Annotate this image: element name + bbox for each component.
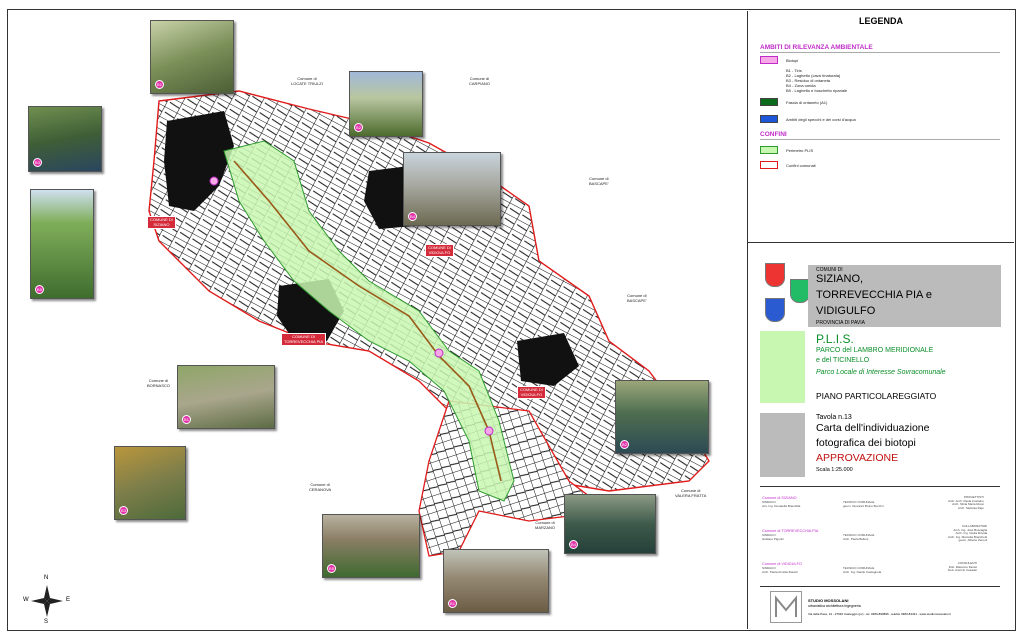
photo-marker-icon: B2 <box>354 123 363 132</box>
muni-label-bascape-2: Comune di BASCAPE' <box>627 293 647 303</box>
photo-marker-icon: B1 <box>448 599 457 608</box>
legend-section-confini: CONFINI <box>760 131 787 138</box>
biotope-photo[interactable]: B4 <box>564 494 656 554</box>
compass-s: S <box>44 619 49 625</box>
callout-vidigulfo: COMUNE DI VIDIGULFO <box>425 244 454 257</box>
confini-swatch <box>760 161 778 169</box>
plis-green-box <box>760 331 805 403</box>
divider <box>760 52 1000 53</box>
photo-marker-icon: B4 <box>408 212 417 221</box>
crest-torrevecchia-icon <box>790 279 810 303</box>
tavola-grey-box <box>760 413 805 477</box>
photo-marker-icon: B1 <box>155 80 164 89</box>
acqua-label: Ambiti degli specchi e dei corsi d'acqua <box>786 117 856 122</box>
photo-marker-icon: B1 <box>182 415 191 424</box>
divider <box>760 139 1000 140</box>
credit-tecnico-3: TECNICO COMUNALE Arch. Ing. Danilo Casta… <box>843 566 882 574</box>
biotope-photo[interactable]: B5 <box>30 189 94 299</box>
compass-e: E <box>66 597 71 603</box>
biotope-marker <box>209 176 219 186</box>
compass-rose <box>31 585 63 617</box>
legend-title: LEGENDA <box>858 16 903 26</box>
fascia-label: Fascia di ontaneto (A1) <box>786 100 828 105</box>
comuni-line2: TORREVECCHIA PIA e <box>816 289 932 301</box>
biotope-photo[interactable]: B4 <box>403 152 501 226</box>
biotope-photo[interactable]: B3 <box>28 106 102 172</box>
comuni-line3: VIDIGULFO <box>816 305 876 317</box>
credit-sindaco-3: SINDACO Arch. Paola Armida Ziaretti <box>762 566 798 574</box>
crest-siziano-icon <box>765 263 785 287</box>
parco-line2: e del TICINELLO <box>816 357 870 364</box>
compass-w: W <box>23 597 29 603</box>
callout-torrevecchia: COMUNE DI TORREVECCHIA PIA <box>281 333 327 346</box>
confini-label: Confini comunali <box>786 163 816 168</box>
photo-marker-icon: B5 <box>35 285 44 294</box>
credit-sindaco-1: SINDACO Avv. Ing. Donatella Brambilla <box>762 500 801 508</box>
credit-collaboratori: COLLABORATORI Arch. Ing. Josè Buscaglia … <box>948 524 988 543</box>
parco-line1: PARCO del LAMBRO MERIDIONALE <box>816 347 934 354</box>
divider <box>748 242 1014 243</box>
credit-tecnico-1: TECNICO COMUNALE geom. Giovanni Bruno Bo… <box>843 500 884 508</box>
studio-name: STUDIO MOSSOLANI <box>808 598 849 603</box>
plis-swatch <box>760 146 778 154</box>
biotope-marker <box>484 426 494 436</box>
biotopi-swatch <box>760 56 778 64</box>
credit-sindaco-2: SINDACO Giuliano Pigorini <box>762 533 784 541</box>
photo-marker-icon: B3 <box>119 506 128 515</box>
piano-title: PIANO PARTICOLAREGGIATO <box>816 391 937 401</box>
divider <box>760 486 1000 487</box>
biotope-photo[interactable]: B3 <box>114 446 186 520</box>
biotope-photo[interactable]: B5 <box>322 514 420 578</box>
studio-address: Via della Pace, 31 - 27040 Casteggio (pv… <box>808 612 951 616</box>
muni-label-valera: Comune di VALERA FRATTA <box>675 488 707 498</box>
credit-tecnico-2: TECNICO COMUNALE Arch. Paola Belloni <box>843 533 875 541</box>
approvazione: APPROVAZIONE <box>816 452 899 464</box>
comuni-line1: SIZIANO, <box>816 273 864 285</box>
plis-title: P.L.I.S. <box>816 332 854 346</box>
acqua-swatch <box>760 115 778 123</box>
muni-label-bornasco: Comune di BORNASCO <box>147 378 170 388</box>
photo-marker-icon: B5 <box>327 564 336 573</box>
muni-label-bascape: Comune di BASCAPE' <box>589 176 609 186</box>
fascia-swatch <box>760 98 778 106</box>
carta-line2: fotografica dei biotopi <box>816 437 916 449</box>
provincia: PROVINCIA DI PAVIA <box>816 320 865 326</box>
studio-sub: urbanistica architettura ingegneria <box>808 604 861 608</box>
photo-marker-icon: B3 <box>33 158 42 167</box>
biotopi-label: Biotopi <box>786 58 799 63</box>
biotope-photo[interactable]: B2 <box>349 71 423 137</box>
biotopi-list: B1 - Tiris B2 - Laghetto (cava rinaturat… <box>786 68 848 93</box>
compass-n: N <box>44 575 49 581</box>
parco-sub: Parco Locale di Interesse Sovracomunale <box>816 369 946 376</box>
legend-section-ambiti: AMBITI DI RILEVANZA AMBIENTALE <box>760 44 873 51</box>
divider <box>760 586 1000 587</box>
studio-logo-icon <box>770 591 802 623</box>
photo-marker-icon: B4 <box>569 540 578 549</box>
legend-panel: LEGENDA AMBITI DI RILEVANZA AMBIENTALE B… <box>748 11 1014 629</box>
tavola-number: Tavola n.13 <box>816 414 852 421</box>
biotope-photo[interactable]: B1 <box>150 20 234 94</box>
muni-label-carpiano: Comune di CARPIANO <box>469 76 490 86</box>
biotope-photo[interactable]: B1 <box>177 365 275 429</box>
biotope-photo[interactable]: B2 <box>615 380 709 454</box>
scala: Scala 1:25.000 <box>816 467 853 473</box>
map-panel[interactable]: N S W E Comune di LOCATE TRIULZI Comune … <box>9 11 748 629</box>
muni-label-ceranova: Comune di CERANOVA <box>309 482 332 492</box>
credit-progettisti: PROGETTISTI Arch. Arch. Paola Amitrano A… <box>948 495 984 510</box>
callout-vidigulfo-2: COMUNE DI VIDIGULFO <box>517 386 546 399</box>
crest-vidigulfo-icon <box>765 298 785 322</box>
photo-marker-icon: B2 <box>620 440 629 449</box>
plis-label: Perimetro PLIS <box>786 148 814 153</box>
carta-line1: Carta dell'individuazione <box>816 422 930 434</box>
muni-label-locate: Comune di LOCATE TRIULZI <box>291 76 323 86</box>
muni-label-marzano: Comune di MARZANO <box>535 520 555 530</box>
biotope-photo[interactable]: B1 <box>443 549 549 613</box>
biotope-marker <box>434 348 444 358</box>
callout-siziano: COMUNE DI SIZIANO <box>147 216 176 229</box>
credit-consulenti: CONSULENTI Dott. Massimo Faraci Dott. An… <box>948 561 978 573</box>
